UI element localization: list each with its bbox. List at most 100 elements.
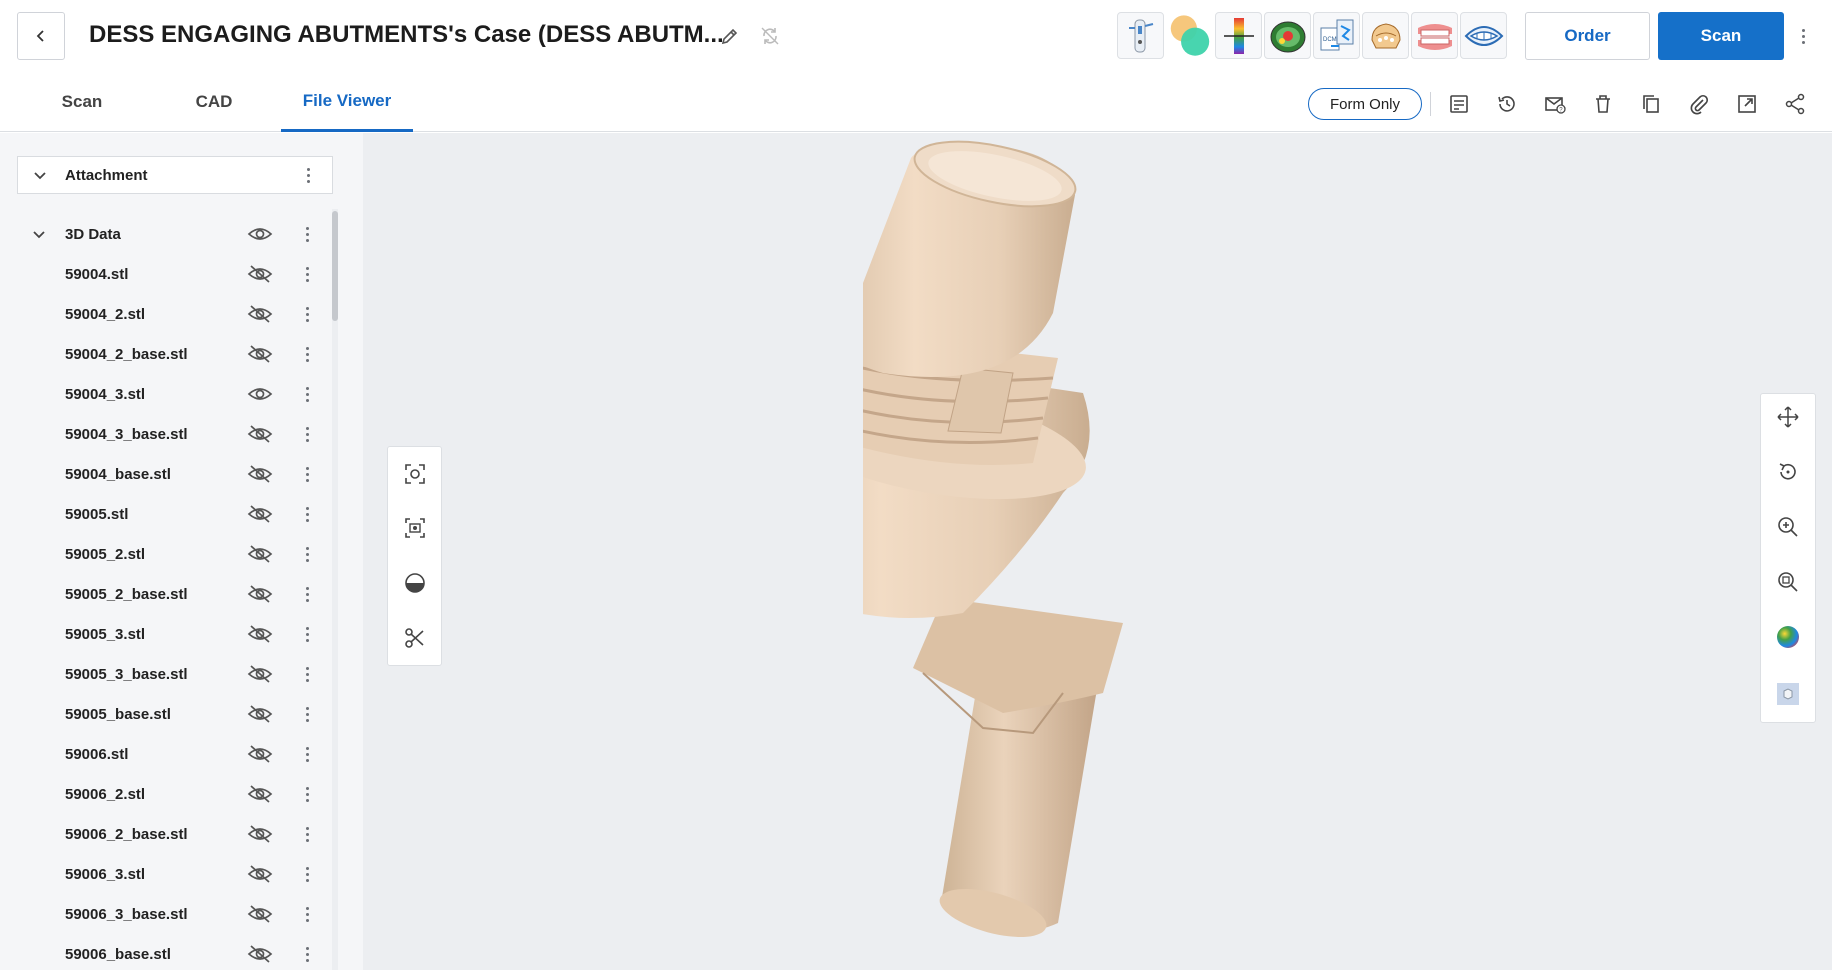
tab-scan[interactable]: Scan [46,72,118,132]
spectrum-app[interactable] [1215,12,1262,59]
color-map-button[interactable] [1775,624,1801,650]
sidebar-scrollbar-track[interactable] [332,209,338,970]
file-row[interactable]: 59004.stl [17,254,333,294]
file-row[interactable]: 59005_3.stl [17,614,333,654]
attach-button[interactable] [1687,92,1711,116]
eye-off-icon[interactable] [247,424,273,444]
file-row[interactable]: 59004_2.stl [17,294,333,334]
rotate-button[interactable] [1775,459,1801,485]
copy-button[interactable] [1639,92,1663,116]
attachment-more-button[interactable] [304,165,312,185]
order-button[interactable]: Order [1525,12,1650,60]
file-row[interactable]: 59006_2_base.stl [17,814,333,854]
cut-button[interactable] [402,625,428,651]
file-more-button[interactable] [303,384,311,404]
fit-view-button[interactable] [402,461,428,487]
form-only-button[interactable]: Form Only [1308,88,1422,120]
file-more-button[interactable] [303,504,311,524]
eye-off-icon[interactable] [247,664,273,684]
eye-off-icon[interactable] [247,944,273,964]
zoom-area-button[interactable] [1775,569,1801,595]
eye-off-icon[interactable] [247,584,273,604]
eye-off-icon[interactable] [247,504,273,524]
tab-cad[interactable]: CAD [178,72,250,132]
file-more-button[interactable] [303,784,311,804]
model-builder-app[interactable] [1362,12,1409,59]
more-menu-button[interactable] [1795,24,1811,48]
screenshot-button[interactable] [402,515,428,541]
scan-button[interactable]: Scan [1658,12,1784,60]
file-more-button[interactable] [303,944,311,964]
file-more-button[interactable] [303,824,311,844]
history-button[interactable] [1495,92,1519,116]
chevron-down-icon[interactable] [31,226,47,242]
folder-more-button[interactable] [303,224,311,244]
file-row[interactable]: 59006_base.stl [17,934,333,970]
eye-off-icon[interactable] [247,824,273,844]
file-more-button[interactable] [303,904,311,924]
file-row[interactable]: 59006_2.stl [17,774,333,814]
file-row[interactable]: 59005.stl [17,494,333,534]
tooth-scan-app[interactable] [1117,12,1164,59]
file-more-button[interactable] [303,304,311,324]
zoom-in-button[interactable] [1775,514,1801,540]
file-more-button[interactable] [303,624,311,644]
file-row[interactable]: 59006_3.stl [17,854,333,894]
clipping-button[interactable] [402,570,428,596]
file-more-button[interactable] [303,864,311,884]
eye-off-icon[interactable] [247,264,273,284]
file-row[interactable]: 59004_base.stl [17,454,333,494]
file-more-button[interactable] [303,544,311,564]
file-row[interactable]: 59005_3_base.stl [17,654,333,694]
file-row[interactable]: 59005_2.stl [17,534,333,574]
eye-off-icon[interactable] [247,704,273,724]
eye-off-icon[interactable] [247,624,273,644]
eye-icon[interactable] [247,224,273,244]
file-more-button[interactable] [303,744,311,764]
edit-title-button[interactable] [718,24,742,48]
eye-off-icon[interactable] [247,464,273,484]
attachment-section[interactable]: Attachment [17,156,333,194]
back-button[interactable] [17,12,65,60]
eye-off-icon[interactable] [247,864,273,884]
color-orbs-app[interactable] [1166,12,1213,59]
file-more-button[interactable] [303,264,311,284]
file-row[interactable]: 59004_3_base.stl [17,414,333,454]
open-external-button[interactable] [1735,92,1759,116]
note-button[interactable] [1447,92,1471,116]
eye-off-icon[interactable] [247,744,273,764]
file-more-button[interactable] [303,704,311,724]
eye-off-icon[interactable] [247,904,273,924]
eye-off-icon[interactable] [247,344,273,364]
file-more-button[interactable] [303,664,311,684]
file-row[interactable]: 59006.stl [17,734,333,774]
file-more-button[interactable] [303,464,311,484]
file-more-button[interactable] [303,344,311,364]
chevron-down-icon[interactable] [32,167,48,183]
delete-button[interactable] [1591,92,1615,116]
file-more-button[interactable] [303,424,311,444]
cube-view-button[interactable] [1775,681,1801,707]
file-row[interactable]: 59004_3.stl [17,374,333,414]
dicom-app[interactable]: DCM [1313,12,1360,59]
sync-button[interactable] [758,24,782,48]
eye-off-icon[interactable] [247,784,273,804]
folder-3d-data[interactable]: 3D Data [17,214,333,254]
mail-button[interactable]: ? [1543,92,1567,116]
file-more-button[interactable] [303,584,311,604]
eye-icon[interactable] [247,384,273,404]
eye-off-icon[interactable] [247,304,273,324]
file-row[interactable]: 59005_base.stl [17,694,333,734]
denture-app[interactable] [1411,12,1458,59]
share-button[interactable] [1783,92,1807,116]
3d-viewer[interactable] [363,133,1832,970]
eye-off-icon[interactable] [247,544,273,564]
tab-file-viewer[interactable]: File Viewer [281,72,413,132]
smile-app[interactable] [1460,12,1507,59]
heatmap-app[interactable] [1264,12,1311,59]
sidebar-scrollbar-thumb[interactable] [332,211,338,321]
file-row[interactable]: 59004_2_base.stl [17,334,333,374]
abutment-model[interactable] [863,133,1383,970]
file-row[interactable]: 59005_2_base.stl [17,574,333,614]
pan-button[interactable] [1775,404,1801,430]
